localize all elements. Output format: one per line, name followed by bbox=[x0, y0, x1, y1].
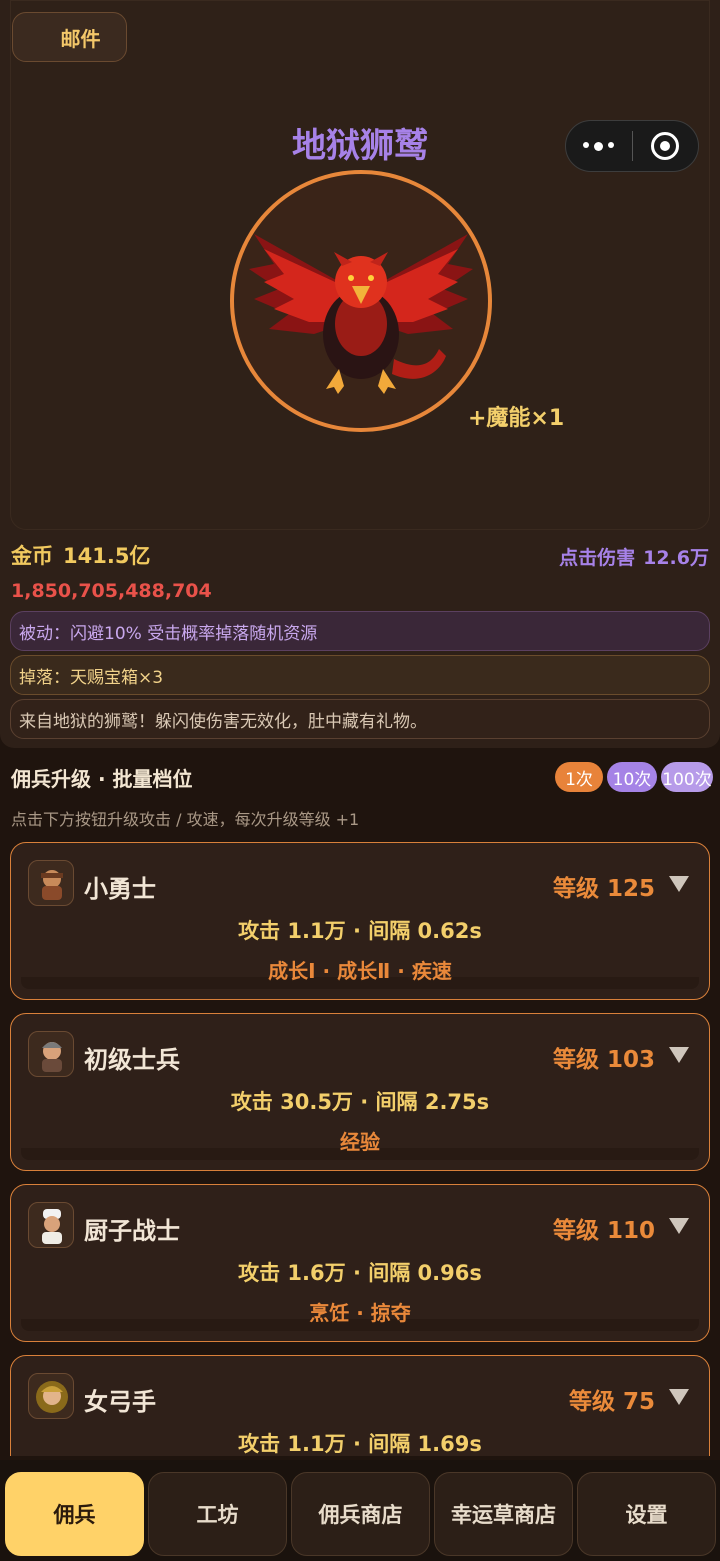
boss-hp-value: 1,850,705,488,704 bbox=[11, 580, 212, 602]
tab-mercenaries[interactable]: 佣兵 bbox=[5, 1472, 144, 1556]
passive-info: 被动：闪避10% 受击概率掉落随机资源 bbox=[10, 611, 710, 651]
tab-workshop[interactable]: 工坊 bbox=[148, 1472, 287, 1556]
drop-info: 掉落：天赐宝箱×3 bbox=[10, 655, 710, 695]
mercenary-card[interactable]: 厨子战士 等级 110 攻击 1.6万 · 间隔 0.96s 烹饪 · 掠夺 bbox=[10, 1184, 710, 1342]
upgrade-section-title: 佣兵升级 · 批量档位 bbox=[11, 767, 193, 791]
chevron-down-icon[interactable] bbox=[669, 1047, 689, 1063]
batch-selector: 1次 10次 100次 bbox=[555, 762, 713, 792]
mercenary-level: 等级 125 bbox=[552, 876, 655, 902]
mercenary-stats: 攻击 30.5万 · 间隔 2.75s bbox=[230, 1090, 490, 1114]
gold-display: 金币 141.5亿 bbox=[11, 540, 150, 570]
mail-button[interactable]: 邮件 bbox=[12, 12, 127, 62]
boss-reward: +魔能×1 bbox=[468, 406, 565, 431]
click-damage-label: 点击伤害 bbox=[559, 547, 636, 569]
boss-name: 地狱狮鹫 bbox=[292, 126, 428, 166]
batch-10-button[interactable]: 10次 bbox=[607, 762, 657, 792]
warrior-avatar bbox=[28, 860, 74, 906]
boss-portrait[interactable] bbox=[230, 170, 492, 432]
mercenary-list[interactable]: 小勇士 等级 125 攻击 1.1万 · 间隔 0.62s 成长Ⅰ · 成长Ⅱ … bbox=[10, 842, 710, 1456]
mercenary-tags: 经验 bbox=[340, 1130, 380, 1154]
batch-100-button[interactable]: 100次 bbox=[661, 762, 713, 792]
upgrade-hint: 点击下方按钮升级攻击 / 攻速，每次升级等级 +1 bbox=[11, 810, 360, 829]
mercenary-stats: 攻击 1.6万 · 间隔 0.96s bbox=[238, 1261, 482, 1285]
click-damage-display: 点击伤害 12.6万 bbox=[559, 543, 709, 570]
mercenary-name: 厨子战士 bbox=[84, 1217, 180, 1245]
mercenary-level: 等级 110 bbox=[552, 1218, 655, 1244]
mercenary-stats: 攻击 1.1万 · 间隔 1.69s bbox=[238, 1432, 482, 1456]
gold-value: 141.5亿 bbox=[63, 544, 151, 568]
griffin-icon bbox=[249, 234, 473, 394]
tab-mercenary-shop[interactable]: 佣兵商店 bbox=[291, 1472, 430, 1556]
mercenary-name: 小勇士 bbox=[84, 875, 156, 903]
batch-1-button[interactable]: 1次 bbox=[555, 762, 603, 792]
mercenary-name: 初级士兵 bbox=[84, 1046, 180, 1074]
mercenary-card[interactable]: 初级士兵 等级 103 攻击 30.5万 · 间隔 2.75s 经验 bbox=[10, 1013, 710, 1171]
gold-label: 金币 bbox=[11, 544, 53, 568]
boss-description: 来自地狱的狮鹫！躲闪使伤害无效化，肚中藏有礼物。 bbox=[10, 699, 710, 739]
chevron-down-icon[interactable] bbox=[669, 1389, 689, 1405]
soldier-avatar bbox=[28, 1031, 74, 1077]
click-damage-value: 12.6万 bbox=[643, 547, 709, 569]
mercenary-level: 等级 103 bbox=[552, 1047, 655, 1073]
mercenary-tags: 烹饪 · 掠夺 bbox=[309, 1301, 411, 1325]
mercenary-tags: 成长Ⅰ · 成长Ⅱ · 疾速 bbox=[268, 959, 452, 983]
archer-avatar bbox=[28, 1373, 74, 1419]
chef-avatar bbox=[28, 1202, 74, 1248]
tab-settings[interactable]: 设置 bbox=[577, 1472, 716, 1556]
mercenary-stats: 攻击 1.1万 · 间隔 0.62s bbox=[238, 919, 482, 943]
mercenary-name: 女弓手 bbox=[84, 1388, 156, 1416]
mercenary-card[interactable]: 女弓手 等级 75 攻击 1.1万 · 间隔 1.69s bbox=[10, 1355, 710, 1456]
chevron-down-icon[interactable] bbox=[669, 1218, 689, 1234]
mercenary-card[interactable]: 小勇士 等级 125 攻击 1.1万 · 间隔 0.62s 成长Ⅰ · 成长Ⅱ … bbox=[10, 842, 710, 1000]
mercenary-level: 等级 75 bbox=[568, 1389, 655, 1415]
tab-clover-shop[interactable]: 幸运草商店 bbox=[434, 1472, 573, 1556]
bottom-tab-bar: 佣兵 工坊 佣兵商店 幸运草商店 设置 bbox=[0, 1460, 720, 1561]
chevron-down-icon[interactable] bbox=[669, 876, 689, 892]
